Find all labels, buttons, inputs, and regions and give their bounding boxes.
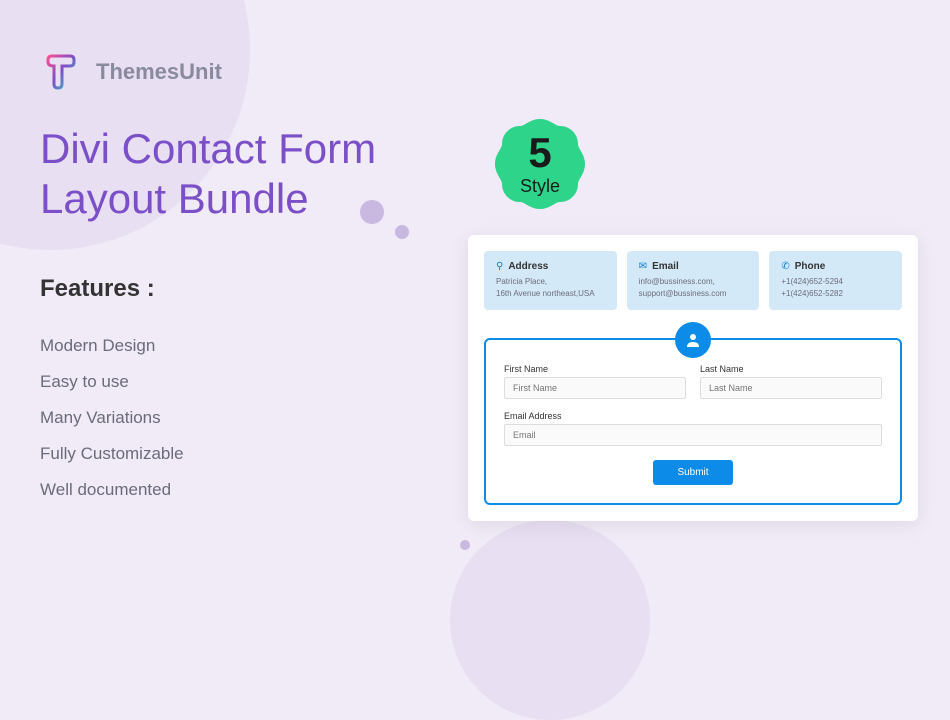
info-card-address: ⚲ Address Patricia Place, 16th Avenue no… xyxy=(484,251,617,310)
user-icon xyxy=(675,322,711,358)
email-label: Email Address xyxy=(504,411,882,421)
brand-name: ThemesUnit xyxy=(96,59,222,85)
last-name-input[interactable] xyxy=(700,377,882,399)
last-name-label: Last Name xyxy=(700,364,882,374)
badge-label: Style xyxy=(520,176,560,197)
contact-form: First Name Last Name Email Address Submi… xyxy=(484,338,902,505)
page-title: Divi Contact Form Layout Bundle xyxy=(40,124,440,225)
badge-number: 5 xyxy=(528,132,551,174)
info-card-phone: ✆ Phone +1(424)652-5294 +1(424)652-5282 xyxy=(769,251,902,310)
themesunit-logo-icon xyxy=(40,50,84,94)
first-name-input[interactable] xyxy=(504,377,686,399)
info-text: support@bussiness.com xyxy=(639,288,748,300)
form-preview-card: ⚲ Address Patricia Place, 16th Avenue no… xyxy=(468,235,918,521)
info-title: Phone xyxy=(795,261,826,272)
email-input[interactable] xyxy=(504,424,882,446)
brand-header: ThemesUnit xyxy=(40,50,910,94)
phone-icon: ✆ xyxy=(781,261,789,272)
info-text: 16th Avenue northeast,USA xyxy=(496,288,605,300)
info-card-email: ✉ Email info@bussiness.com, support@buss… xyxy=(627,251,760,310)
location-pin-icon: ⚲ xyxy=(496,261,503,272)
info-text: info@bussiness.com, xyxy=(639,276,748,288)
style-count-badge: 5 Style xyxy=(480,104,600,224)
info-title: Email xyxy=(652,261,679,272)
info-title: Address xyxy=(508,261,548,272)
info-text: Patricia Place, xyxy=(496,276,605,288)
submit-button[interactable]: Submit xyxy=(653,460,732,485)
info-text: +1(424)652-5294 xyxy=(781,276,890,288)
info-text: +1(424)652-5282 xyxy=(781,288,890,300)
first-name-label: First Name xyxy=(504,364,686,374)
envelope-icon: ✉ xyxy=(639,261,647,272)
